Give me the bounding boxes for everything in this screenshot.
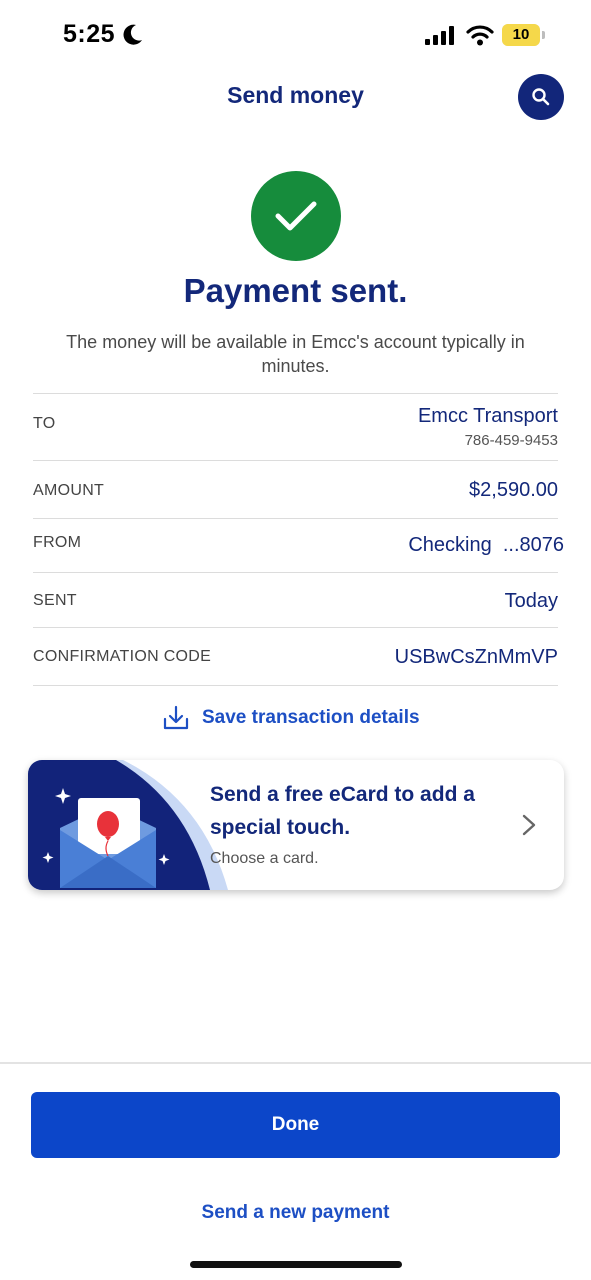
battery-level: 10 — [512, 26, 530, 43]
detail-label-sent: SENT — [33, 592, 77, 609]
search-icon — [532, 88, 550, 106]
save-transaction-details-label: Save transaction details — [202, 707, 420, 728]
sent-date-value: Today — [504, 590, 558, 612]
success-check-badge — [251, 171, 341, 261]
search-button[interactable] — [518, 74, 564, 120]
done-button[interactable]: Done — [31, 1092, 560, 1158]
recipient-phone: 786-459-9453 — [464, 432, 558, 449]
status-bar: 5:25 10 — [0, 0, 591, 70]
detail-label-amount: AMOUNT — [33, 482, 105, 499]
ecard-subtitle: Choose a card. — [210, 850, 319, 867]
status-time: 5:25 — [63, 20, 116, 48]
detail-label-from: FROM — [33, 534, 82, 551]
moon-icon — [123, 24, 142, 45]
download-icon — [163, 705, 189, 730]
send-new-payment-link[interactable]: Send a new payment — [0, 1202, 591, 1224]
checkmark-icon — [275, 201, 317, 231]
detail-row-from: FROM Checking ...8076 — [33, 518, 564, 572]
detail-row-confirmation: CONFIRMATION CODE USBwCsZnMmVP — [33, 627, 558, 685]
detail-row-to: TO Emcc Transport 786-459-9453 — [33, 393, 558, 460]
success-message: The money will be available in Emcc's ac… — [66, 332, 525, 376]
wifi-icon — [466, 25, 494, 46]
signal-icon — [425, 26, 454, 45]
chevron-right-icon — [522, 814, 536, 836]
bottom-divider — [0, 1062, 591, 1064]
envelope-balloon-illustration — [28, 760, 228, 890]
amount-value: $2,590.00 — [469, 479, 558, 501]
recipient-name: Emcc Transport — [417, 405, 558, 427]
ecard-title: Send a free eCard to add a special touch… — [210, 783, 475, 839]
success-title: Payment sent. — [183, 272, 408, 309]
confirmation-code-value: USBwCsZnMmVP — [394, 646, 558, 668]
detail-label-to: TO — [33, 415, 56, 432]
detail-label-confirmation: CONFIRMATION CODE — [33, 648, 212, 665]
detail-row-sent: SENT Today — [33, 572, 558, 627]
home-indicator — [190, 1261, 402, 1268]
detail-row-amount: AMOUNT $2,590.00 — [33, 460, 558, 518]
save-transaction-details-link[interactable]: Save transaction details — [162, 703, 420, 733]
transaction-details: TO Emcc Transport 786-459-9453 AMOUNT $2… — [33, 393, 564, 686]
from-account-value: Checking ...8076 — [408, 534, 564, 556]
battery-icon: 10 — [502, 24, 545, 46]
page-title: Send money — [227, 82, 364, 108]
ecard-promo-card[interactable]: Send a free eCard to add a special touch… — [28, 760, 564, 890]
